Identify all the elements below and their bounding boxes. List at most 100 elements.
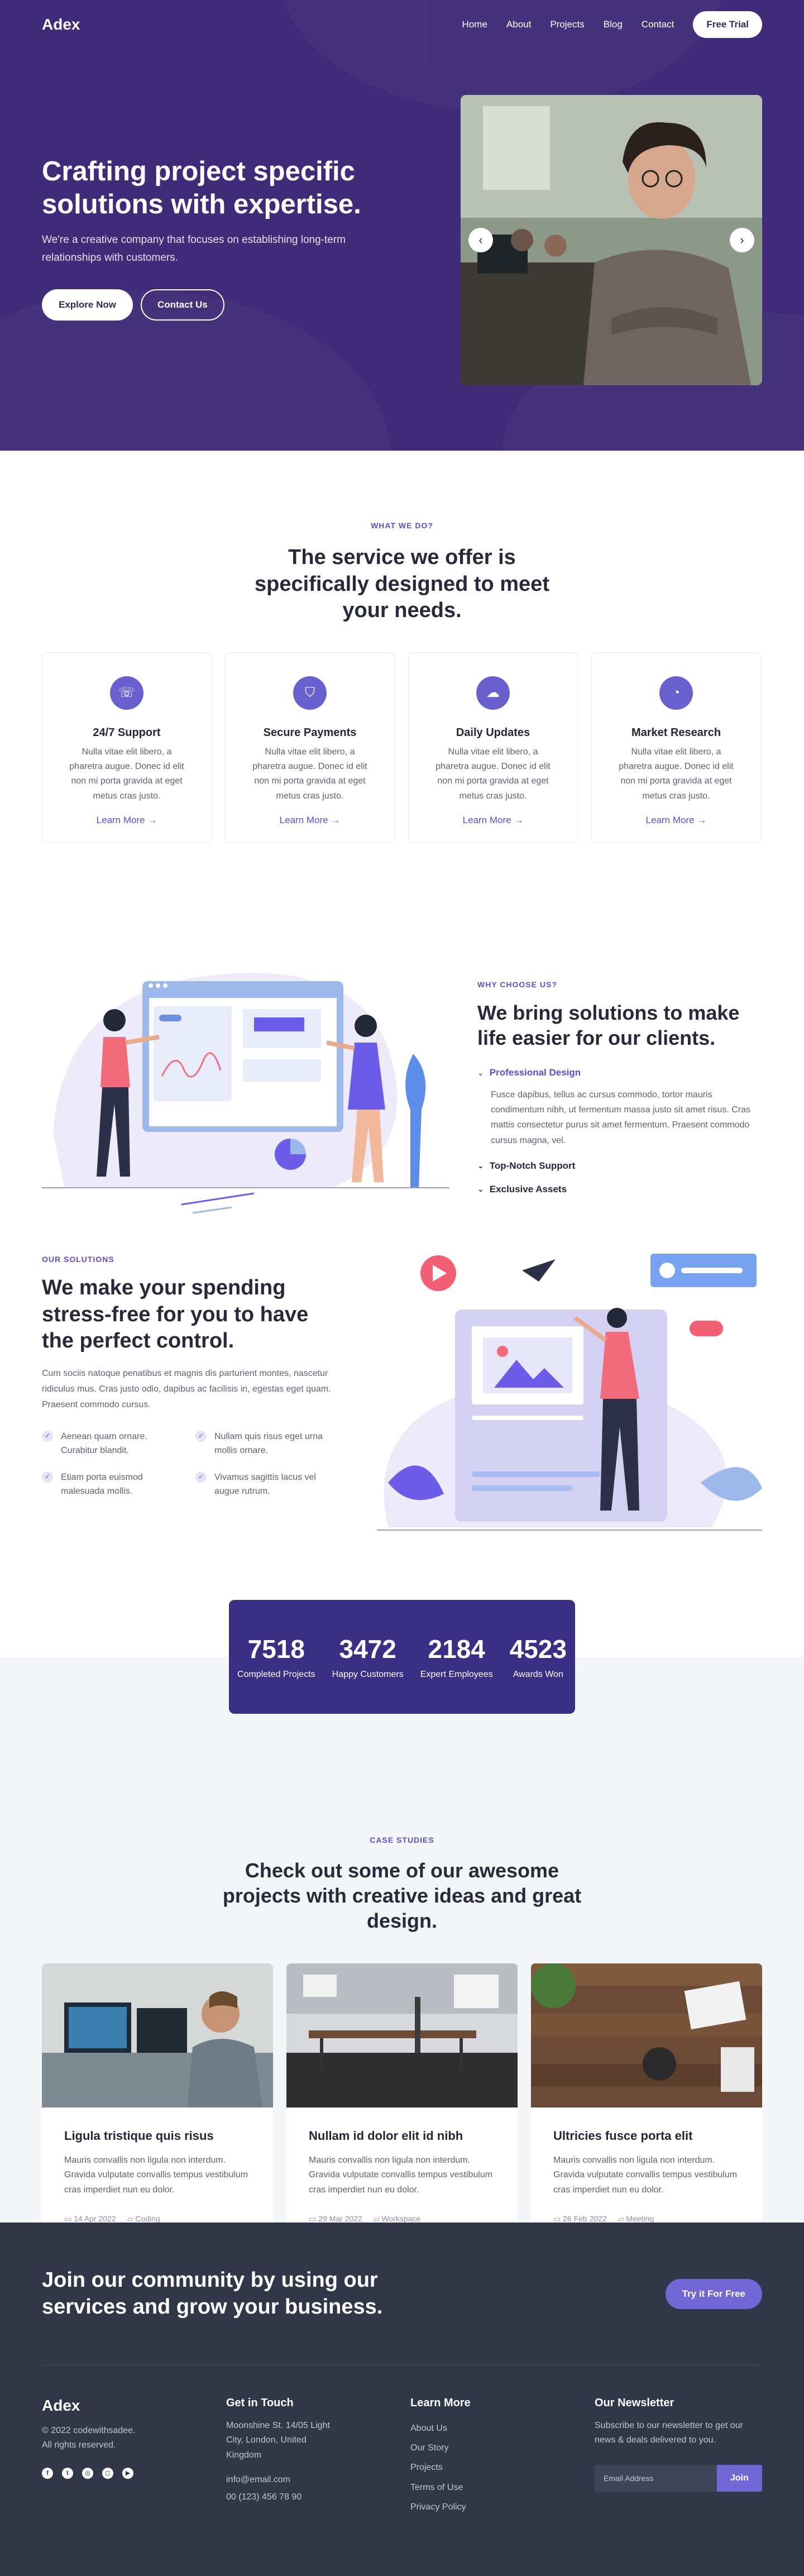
newsletter-join-button[interactable]: Join [716, 2464, 762, 2492]
service-card: ☏ 24/7 Support Nulla vitae elit libero, … [42, 652, 212, 843]
explore-now-button[interactable]: Explore Now [42, 289, 133, 321]
phone-icon: ☏ [110, 676, 143, 710]
project-title[interactable]: Ligula tristique quis risus [64, 2129, 251, 2143]
check-icon: ✓ [195, 1430, 207, 1442]
accordion-item-top-notch-support[interactable]: ⌄ Top-Notch Support [477, 1160, 762, 1172]
service-text: Nulla vitae elit libero, a pharetra augu… [619, 747, 734, 801]
footer-link-our-story[interactable]: Our Story [410, 2438, 595, 2458]
cta-title: Join our community by using our services… [42, 2268, 383, 2319]
contact-us-button[interactable]: Contact Us [140, 289, 224, 321]
project-title[interactable]: Ultricies fusce porta elit [553, 2129, 740, 2143]
why-section: WHY CHOOSE US? We bring solutions to mak… [0, 902, 804, 1248]
footer-link-projects[interactable]: Projects [410, 2458, 595, 2477]
service-title: 24/7 Support [93, 726, 161, 739]
check-item: ✓ Nullam quis risus eget urna mollis orna… [195, 1430, 332, 1458]
nav-link-home[interactable]: Home [462, 19, 487, 30]
stat-item: 3472 Happy Customers [332, 1634, 404, 1680]
accordion-title: Professional Design [489, 1067, 581, 1078]
service-card: ◔ Market Research Nulla vitae elit liber… [591, 652, 761, 843]
why-accordion: ⌄ Professional Design Fusce dapibus, tel… [477, 1067, 762, 1195]
learn-more-link[interactable]: Learn More → [226, 815, 394, 826]
stat-value: 2184 [428, 1635, 485, 1664]
office-woman-photo [461, 95, 762, 385]
stat-item: 4523 Awards Won [510, 1634, 567, 1680]
stat-label: Completed Projects [237, 1670, 315, 1679]
nav-link-about[interactable]: About [506, 19, 531, 30]
nav-links: Home About Projects Blog Contact Free Tr… [462, 11, 762, 38]
logo[interactable]: Adex [42, 16, 80, 34]
project-image [286, 1963, 518, 2107]
service-title: Daily Updates [456, 726, 530, 739]
chevron-right-icon[interactable]: › [730, 228, 754, 252]
project-image [42, 1963, 273, 2107]
learn-more-link[interactable]: Learn More → [592, 815, 760, 826]
project-title[interactable]: Nullam id dolor elit id nibh [309, 2129, 495, 2143]
accordion-item-professional-design[interactable]: ⌄ Professional Design [477, 1067, 762, 1078]
dribbble-icon[interactable]: ◎ [82, 2467, 93, 2479]
email-link[interactable]: info@email.com [226, 2473, 410, 2487]
why-title: We bring solutions to make life easier f… [477, 1001, 740, 1049]
solutions-illustration [377, 1254, 762, 1531]
service-text: Nulla vitae elit libero, a pharetra augu… [436, 747, 551, 801]
try-free-button[interactable]: Try it For Free [665, 2278, 762, 2309]
stat-item: 2184 Expert Employees [420, 1634, 493, 1680]
project-card[interactable]: Nullam id dolor elit id nibh Mauris conv… [286, 1963, 518, 2249]
newsletter-heading: Our Newsletter [595, 2397, 674, 2409]
footer-learn-more: Learn More About Us Our Story Projects T… [410, 2397, 595, 2517]
footer-link-terms[interactable]: Terms of Use [410, 2478, 595, 2497]
services-eyebrow: WHAT WE DO? [371, 521, 433, 530]
check-icon: ✓ [42, 1430, 53, 1442]
stats-section: 7518 Completed Projects 3472 Happy Custo… [0, 1600, 804, 1829]
presentation-illustration [42, 973, 449, 1214]
stats-banner: 7518 Completed Projects 3472 Happy Custo… [229, 1600, 575, 1714]
nav-link-blog[interactable]: Blog [604, 19, 623, 30]
free-trial-button[interactable]: Free Trial [693, 11, 762, 38]
learn-more-link[interactable]: Learn More → [42, 815, 211, 826]
accordion-body: Fusce dapibus, tellus ac cursus commodo,… [491, 1090, 751, 1145]
project-text: Mauris convallis non ligula non interdum… [309, 2156, 493, 2195]
footer-newsletter: Our Newsletter Subscribe to our newslett… [595, 2397, 762, 2517]
solutions-title: We make your spending stress-free for yo… [42, 1276, 309, 1352]
instagram-icon[interactable]: ◻ [102, 2467, 113, 2479]
service-title: Secure Payments [263, 726, 357, 739]
address-text: Moonshine St. 14/05 Light City, London, … [226, 2421, 330, 2460]
newsletter-email-input[interactable]: Email Address [595, 2464, 717, 2492]
footer-link-about-us[interactable]: About Us [410, 2419, 595, 2438]
solutions-eyebrow: OUR SOLUTIONS [42, 1255, 114, 1264]
nav-link-contact[interactable]: Contact [642, 19, 674, 30]
youtube-icon[interactable]: ▶ [122, 2467, 133, 2479]
stat-label: Happy Customers [332, 1670, 404, 1679]
service-card: ☁ Daily Updates Nulla vitae elit libero,… [408, 652, 578, 843]
service-text: Nulla vitae elit libero, a pharetra augu… [69, 747, 184, 801]
project-card[interactable]: Ultricies fusce porta elit Mauris conval… [531, 1963, 762, 2249]
stat-value: 3472 [339, 1635, 396, 1664]
twitter-icon[interactable]: t [62, 2467, 73, 2479]
chevron-down-icon: ⌄ [477, 1068, 484, 1077]
service-text: Nulla vitae elit libero, a pharetra augu… [252, 747, 367, 801]
accordion-item-exclusive-assets[interactable]: ⌄ Exclusive Assets [477, 1184, 762, 1195]
nav-link-projects[interactable]: Projects [550, 19, 584, 30]
learn-more-link[interactable]: Learn More → [409, 815, 577, 826]
stat-value: 7518 [247, 1635, 305, 1664]
social-links: f t ◎ ◻ ▶ [42, 2467, 226, 2479]
projects-eyebrow: CASE STUDIES [370, 1836, 434, 1844]
solutions-description: Cum sociis natoque penatibus et magnis d… [42, 1368, 331, 1409]
chart-pie-icon: ◔ [659, 676, 693, 710]
chevron-down-icon: ⌄ [477, 1184, 484, 1194]
project-card[interactable]: Ligula tristique quis risus Mauris conva… [42, 1963, 273, 2249]
chevron-left-icon[interactable]: ‹ [468, 228, 493, 252]
newsletter-form: Email Address Join [595, 2464, 762, 2492]
stat-label: Expert Employees [420, 1670, 493, 1679]
footer-logo[interactable]: Adex [42, 2397, 226, 2415]
facebook-icon[interactable]: f [42, 2467, 53, 2479]
footer-cta: Join our community by using our services… [42, 2223, 762, 2365]
project-text: Mauris convallis non ligula non interdum… [553, 2156, 738, 2195]
projects-title: Check out some of our awesome projects w… [222, 1859, 582, 1932]
footer: Join our community by using our services… [0, 2223, 804, 2576]
hero-slider-image: ‹ › [461, 95, 762, 385]
contact-heading: Get in Touch [226, 2397, 294, 2409]
check-item: ✓ Etiam porta euismod malesuada mollis. [42, 1470, 179, 1499]
top-navigation: Adex Home About Projects Blog Contact Fr… [42, 0, 762, 49]
footer-link-privacy[interactable]: Privacy Policy [410, 2497, 595, 2517]
check-item: ✓ Aenean quam ornare. Curabitur blandit. [42, 1430, 179, 1458]
